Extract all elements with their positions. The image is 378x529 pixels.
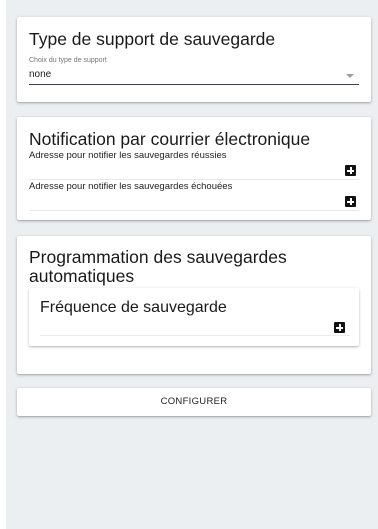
caret-down-icon xyxy=(346,74,354,78)
success-address-divider xyxy=(29,179,359,180)
automatic-backup-schedule-title: Programmation des sauvegardes automatiqu… xyxy=(29,247,287,286)
media-type-select-value: none xyxy=(29,69,52,80)
add-frequency-icon[interactable] xyxy=(334,322,345,333)
failure-address-label: Adresse pour notifier les sauvegardes éc… xyxy=(29,181,233,192)
email-notification-card: Notification par courrier électronique A… xyxy=(17,117,371,220)
success-address-label: Adresse pour notifier les sauvegardes ré… xyxy=(29,150,227,161)
failure-address-divider xyxy=(29,210,359,211)
backup-frequency-title: Fréquence de sauvegarde xyxy=(40,299,227,316)
backup-media-title: Type de support de sauvegarde xyxy=(29,29,276,49)
configure-button[interactable]: CONFIGURER xyxy=(17,388,371,416)
backup-frequency-card: Fréquence de sauvegarde xyxy=(29,288,359,346)
media-type-select[interactable]: none xyxy=(29,67,359,85)
media-type-select-label: Choix du type de support xyxy=(29,57,107,64)
automatic-backup-schedule-card: Programmation des sauvegardes automatiqu… xyxy=(17,236,371,374)
configure-card: CONFIGURER xyxy=(17,388,371,416)
add-failure-address-icon[interactable] xyxy=(345,196,356,207)
backup-frequency-divider xyxy=(40,335,350,336)
email-notification-title: Notification par courrier électronique xyxy=(29,129,311,149)
backup-media-card: Type de support de sauvegarde Choix du t… xyxy=(17,17,371,102)
add-success-address-icon[interactable] xyxy=(345,165,356,176)
